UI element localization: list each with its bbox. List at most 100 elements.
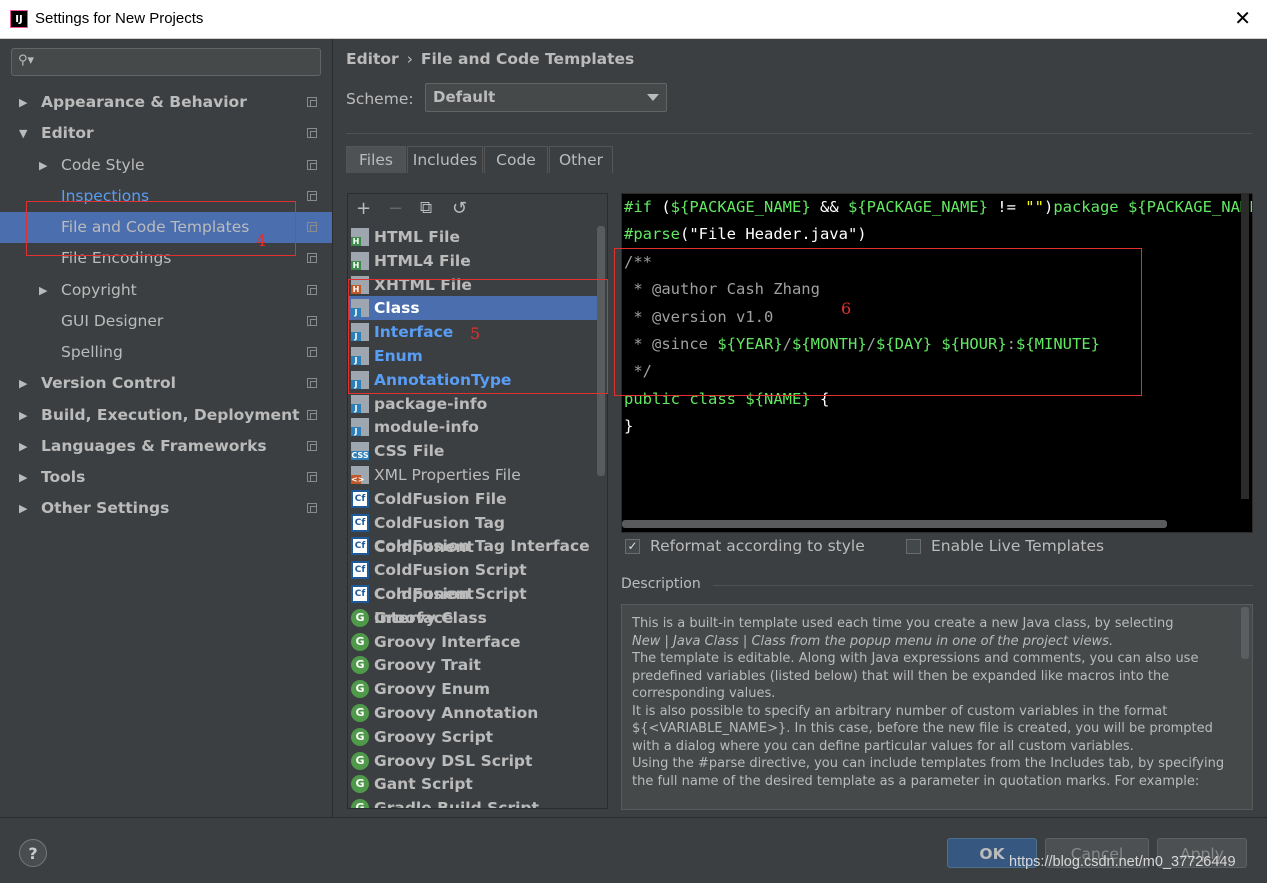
- collapse-arrow-icon[interactable]: ▶: [19, 493, 27, 524]
- breadcrumb: Editor › File and Code Templates: [346, 50, 634, 68]
- tab-files[interactable]: Files: [346, 146, 406, 173]
- groovy-icon: G: [351, 799, 369, 808]
- reset-icon[interactable]: ↺: [452, 198, 467, 219]
- code-token: &&: [810, 198, 848, 216]
- list-item[interactable]: Jmodule-info: [348, 415, 607, 439]
- list-item-label: Gradle Build Script: [374, 799, 539, 809]
- description-panel: This is a built-in template used each ti…: [621, 604, 1253, 810]
- groovy-icon: G: [351, 680, 369, 699]
- list-item[interactable]: G Groovy Interface: [348, 630, 607, 654]
- code-token: #parse: [624, 225, 680, 243]
- list-item[interactable]: Cf ColdFusion Tag Interface: [348, 534, 607, 558]
- intellij-app-icon: IJ: [10, 10, 28, 28]
- list-item[interactable]: H HTML4 File: [348, 249, 607, 273]
- editor-horizontal-scrollbar[interactable]: [622, 520, 1167, 528]
- collapse-arrow-icon[interactable]: ▶: [19, 400, 27, 431]
- groovy-icon: G: [351, 727, 369, 746]
- list-item[interactable]: Cf ColdFusion File: [348, 487, 607, 511]
- project-scope-icon: [307, 503, 317, 513]
- collapse-arrow-icon[interactable]: ▶: [39, 150, 47, 181]
- collapse-arrow-icon[interactable]: ▶: [19, 87, 27, 118]
- project-scope-icon: [307, 472, 317, 482]
- list-item[interactable]: Cf ColdFusion Script Interface: [348, 582, 607, 627]
- project-scope-icon: [307, 222, 317, 232]
- remove-icon[interactable]: −: [388, 198, 403, 219]
- list-item-label: HTML File: [374, 228, 460, 246]
- list-item[interactable]: G Groovy Enum: [348, 677, 607, 701]
- sidebar-item-appearance-behavior[interactable]: ▶ Appearance & Behavior: [0, 87, 332, 118]
- sidebar-item-other-settings[interactable]: ▶ Other Settings: [0, 493, 332, 524]
- css-file-icon: CSS: [351, 442, 369, 461]
- chevron-down-icon: [647, 94, 659, 101]
- sidebar-item-build-execution-deployment[interactable]: ▶ Build, Execution, Deployment: [0, 400, 332, 431]
- description-paragraph: Using the #parse directive, you can incl…: [632, 756, 1225, 789]
- list-item[interactable]: <> XML Properties File: [348, 463, 607, 487]
- reformat-checkbox-label: Reformat according to style: [650, 537, 865, 555]
- groovy-icon: G: [351, 775, 369, 794]
- sidebar-item-code-style[interactable]: ▶ Code Style: [0, 150, 332, 181]
- collapse-arrow-icon[interactable]: ▶: [39, 275, 47, 306]
- list-item[interactable]: G Gradle Build Script: [348, 796, 607, 809]
- coldfusion-icon: Cf: [351, 561, 369, 580]
- list-item[interactable]: Cf ColdFusion Script Component: [348, 558, 607, 603]
- sidebar-item-copyright[interactable]: ▶ Copyright: [0, 275, 332, 306]
- list-item-label: Groovy Script: [374, 727, 494, 746]
- collapse-arrow-icon[interactable]: ▶: [19, 462, 27, 493]
- watermark: https://blog.csdn.net/m0_37726449: [1009, 854, 1236, 870]
- description-text: This is a built-in template used each ti…: [632, 615, 1226, 790]
- code-token: }: [624, 417, 634, 435]
- sidebar-item-editor[interactable]: ▼ Editor: [0, 118, 332, 149]
- divider: [346, 133, 1252, 134]
- project-scope-icon: [307, 191, 317, 201]
- reformat-checkbox-box[interactable]: ✓: [625, 539, 640, 554]
- code-line: #if (${PACKAGE_NAME} && ${PACKAGE_NAME} …: [624, 198, 1252, 216]
- list-item[interactable]: Jpackage-info: [348, 392, 607, 416]
- list-item-label: ColdFusion File: [374, 489, 507, 508]
- code-token: ("File Header.java"): [680, 225, 867, 243]
- collapse-arrow-icon[interactable]: ▶: [19, 368, 27, 399]
- sidebar-item-languages-frameworks[interactable]: ▶ Languages & Frameworks: [0, 431, 332, 462]
- description-divider: [713, 585, 1253, 586]
- help-button[interactable]: ?: [19, 839, 47, 867]
- list-item[interactable]: G Groovy DSL Script: [348, 749, 607, 773]
- sidebar-item-tools[interactable]: ▶ Tools: [0, 462, 332, 493]
- expand-arrow-icon[interactable]: ▼: [19, 118, 27, 149]
- list-item[interactable]: G Groovy Trait: [348, 653, 607, 677]
- title-bar: IJ Settings for New Projects ✕: [0, 0, 1267, 39]
- tab-includes[interactable]: Includes: [407, 146, 483, 173]
- sidebar-item-spelling[interactable]: Spelling: [0, 337, 332, 368]
- list-item[interactable]: Cf ColdFusion Tag Component: [348, 511, 607, 556]
- live-templates-checkbox-box[interactable]: [906, 539, 921, 554]
- breadcrumb-parent[interactable]: Editor: [346, 50, 399, 68]
- list-item[interactable]: CSS CSS File: [348, 439, 607, 463]
- list-item[interactable]: G Gant Script: [348, 772, 607, 796]
- project-scope-icon: [307, 347, 317, 357]
- project-scope-icon: [307, 378, 317, 388]
- sidebar-item-label: Languages & Frameworks: [41, 437, 267, 455]
- sidebar-item-version-control[interactable]: ▶ Version Control: [0, 368, 332, 399]
- scheme-dropdown[interactable]: Default: [425, 83, 667, 112]
- description-title: Description: [621, 576, 701, 592]
- tab-other[interactable]: Other: [549, 146, 613, 173]
- editor-vertical-scrollbar[interactable]: [1241, 194, 1249, 499]
- list-item[interactable]: H HTML File: [348, 225, 607, 249]
- annotation-number-5: 5: [470, 324, 481, 343]
- close-icon[interactable]: ✕: [1234, 6, 1251, 30]
- sidebar-item-label: Copyright: [61, 281, 137, 299]
- sidebar-item-label: Appearance & Behavior: [41, 93, 247, 111]
- add-icon[interactable]: +: [356, 198, 371, 219]
- list-item[interactable]: G Groovy Annotation: [348, 701, 607, 725]
- code-token: #if: [624, 198, 652, 216]
- project-scope-icon: [307, 160, 317, 170]
- list-item[interactable]: G Groovy Script: [348, 725, 607, 749]
- search-input[interactable]: ⚲▾: [11, 48, 321, 76]
- copy-icon[interactable]: ⧉: [420, 198, 432, 218]
- annotation-box-6: [614, 248, 1142, 396]
- tab-code[interactable]: Code: [484, 146, 548, 173]
- list-item-label: CSS File: [374, 442, 445, 461]
- collapse-arrow-icon[interactable]: ▶: [19, 431, 27, 462]
- description-scrollbar[interactable]: [1241, 607, 1249, 659]
- code-token: ): [1043, 198, 1054, 216]
- list-item[interactable]: G Groovy Class: [348, 606, 607, 630]
- sidebar-item-gui-designer[interactable]: GUI Designer: [0, 306, 332, 337]
